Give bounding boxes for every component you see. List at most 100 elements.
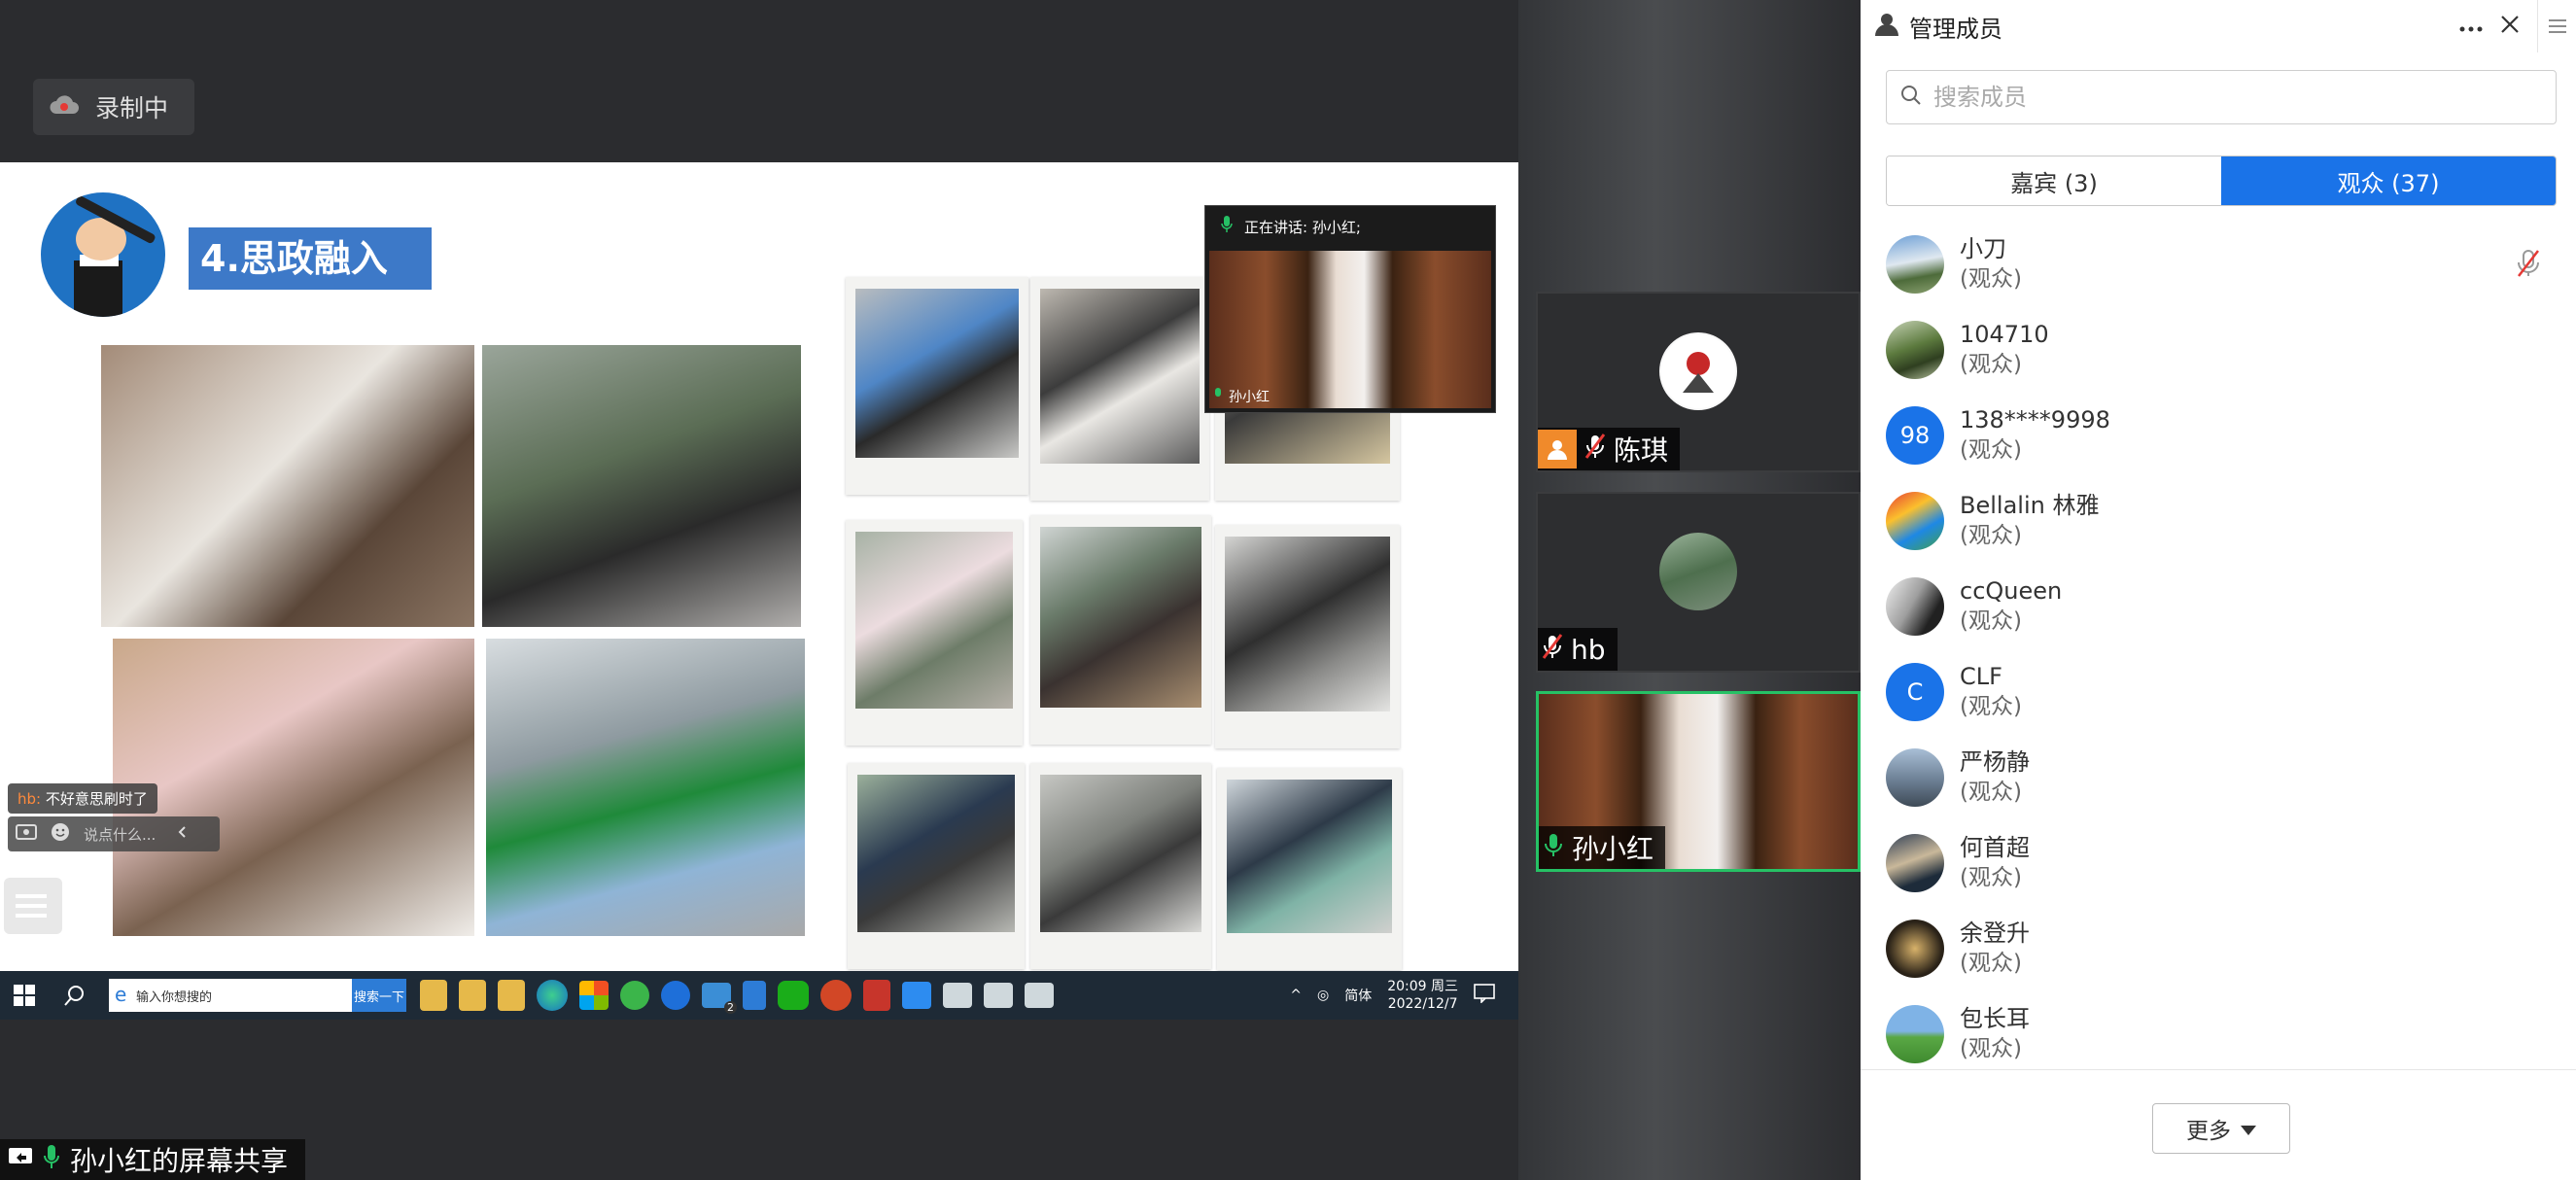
browser-icon[interactable] [620, 981, 649, 1010]
mic-muted-icon [1584, 433, 1606, 467]
avatar [1886, 577, 1944, 636]
svg-text:e: e [115, 985, 126, 1004]
meeting-app-icon[interactable] [902, 982, 931, 1009]
notification-icon[interactable] [1474, 984, 1495, 1007]
avatar: C [1886, 663, 1944, 721]
list-item[interactable]: Bellalin 林雅 (观众) [1861, 478, 2576, 564]
polaroid-photo [1030, 515, 1211, 745]
list-item[interactable]: 严杨静 (观众) [1861, 735, 2576, 820]
list-item[interactable]: 小刀 (观众) [1861, 222, 2576, 307]
file-explorer-icon[interactable] [420, 980, 447, 1011]
windows-start-icon[interactable] [14, 985, 35, 1010]
system-tray: ^ ◎ 简体 20:09 周三 2022/12/7 [1290, 971, 1495, 1020]
list-icon [16, 894, 47, 898]
chat-bubble: hb: 不好意思刷时了 [8, 783, 157, 814]
screen-share-area: 录制中 4.思政融入 正在讲话: 孙小红; 孙小红 hb: 不好意思刷时了 说点… [0, 0, 1518, 1180]
tray-chevron-up-icon[interactable]: ^ [1290, 988, 1302, 1003]
taskbar-search-icon[interactable] [64, 985, 86, 1010]
list-item[interactable]: ccQueen (观众) [1861, 564, 2576, 649]
mic-muted-icon [1542, 633, 1563, 667]
polaroid-photo [846, 277, 1028, 495]
file-explorer-icon[interactable] [459, 980, 486, 1011]
polaroid-photo [848, 763, 1025, 969]
screen-share-icon [8, 1144, 33, 1176]
avatar [1886, 321, 1944, 379]
avatar [1886, 492, 1944, 550]
list-menu-button[interactable] [4, 878, 62, 934]
list-item[interactable]: 104710 (观众) [1861, 307, 2576, 393]
video-tile[interactable]: 陈琪 [1536, 292, 1861, 472]
ie-icon: e [115, 983, 132, 1008]
file-explorer-icon[interactable] [498, 980, 525, 1011]
collapse-chevron-icon[interactable] [177, 825, 187, 843]
screen-share-owner: 孙小红的屏幕共享 [70, 1145, 289, 1177]
polaroid-photo [1030, 277, 1209, 501]
emoji-icon[interactable] [51, 822, 70, 846]
list-item[interactable]: 包长耳 (观众) [1861, 991, 2576, 1077]
more-button[interactable]: 更多 [2152, 1103, 2290, 1154]
mic-muted-icon[interactable] [2516, 249, 2541, 282]
window-icon[interactable] [943, 983, 972, 1008]
floating-speaker-window[interactable]: 正在讲话: 孙小红; 孙小红 [1204, 205, 1496, 413]
pin-icon[interactable] [743, 981, 766, 1010]
panel-footer: 更多 [1861, 1069, 2576, 1180]
more-options-icon[interactable] [2459, 17, 2483, 36]
powerpoint-icon[interactable] [820, 980, 852, 1011]
member-search-input[interactable] [1933, 84, 2517, 111]
cloud-record-icon [49, 94, 80, 120]
participant-name: 孙小红 [1572, 833, 1654, 865]
slide-photo [486, 639, 805, 936]
pen-hand-icon [41, 192, 165, 317]
window-icon[interactable] [1025, 983, 1054, 1008]
avatar [1886, 235, 1944, 294]
caret-down-icon [2241, 1116, 2256, 1141]
chat-input[interactable]: 说点什么... [84, 824, 156, 845]
meeting-window: 录制中 4.思政融入 正在讲话: 孙小红; 孙小红 hb: 不好意思刷时了 说点… [0, 0, 2576, 1180]
mic-icon [1221, 216, 1233, 237]
slide-photo [101, 345, 474, 627]
network-icon[interactable]: ◎ [1317, 988, 1329, 1003]
person-icon [1874, 12, 1899, 41]
tab-guests[interactable]: 嘉宾 (3) [1887, 156, 2221, 205]
list-item[interactable]: C CLF (观众) [1861, 649, 2576, 735]
window-icon[interactable] [984, 983, 1013, 1008]
video-tile[interactable]: hb [1536, 492, 1861, 673]
edge-icon[interactable] [537, 980, 568, 1011]
tab-audience[interactable]: 观众 (37) [2221, 156, 2556, 205]
mail-icon[interactable]: 2 [702, 983, 737, 1014]
mail-badge: 2 [724, 1001, 737, 1014]
slide-photo [482, 345, 801, 627]
mic-icon [1543, 831, 1564, 865]
polaroid-photo [1217, 768, 1402, 970]
avatar [1886, 920, 1944, 978]
taskbar-search-box[interactable]: e 输入你想搜的 [109, 979, 352, 1012]
screenshot-icon[interactable] [16, 822, 37, 846]
close-icon[interactable] [2500, 15, 2520, 38]
taskbar-search-button[interactable]: 搜索一下 [352, 979, 406, 1012]
host-badge-icon [1538, 430, 1577, 469]
slide-photo [113, 639, 474, 936]
pdf-icon[interactable] [863, 980, 890, 1011]
video-tiles-column: 陈琪 hb 孙小红 [1518, 0, 1861, 1180]
app-icon[interactable] [661, 981, 690, 1010]
more-button-label: 更多 [2186, 1119, 2231, 1144]
polaroid-photo [1215, 525, 1400, 748]
avatar [1659, 332, 1737, 410]
recording-indicator[interactable]: 录制中 [33, 79, 194, 135]
hamburger-menu-icon[interactable] [2537, 0, 2576, 52]
participant-name: 陈琪 [1614, 434, 1669, 467]
avatar [1886, 748, 1944, 807]
list-item[interactable]: 余登升 (观众) [1861, 906, 2576, 991]
avatar [1659, 533, 1737, 610]
video-tile-active-speaker[interactable]: 孙小红 [1536, 691, 1861, 872]
chat-input-bar[interactable]: 说点什么... [8, 816, 220, 851]
list-item[interactable]: 何首超 (观众) [1861, 820, 2576, 906]
ime-label[interactable]: 简体 [1344, 986, 1372, 1005]
member-search-box[interactable] [1886, 70, 2557, 124]
mic-icon [43, 1143, 60, 1177]
list-item[interactable]: 98 138****9998 (观众) [1861, 393, 2576, 478]
slide-title: 4.思政融入 [189, 227, 432, 290]
store-icon[interactable] [579, 981, 609, 1010]
wechat-icon[interactable] [778, 981, 809, 1010]
taskbar-clock[interactable]: 20:09 周三 2022/12/7 [1387, 978, 1458, 1013]
